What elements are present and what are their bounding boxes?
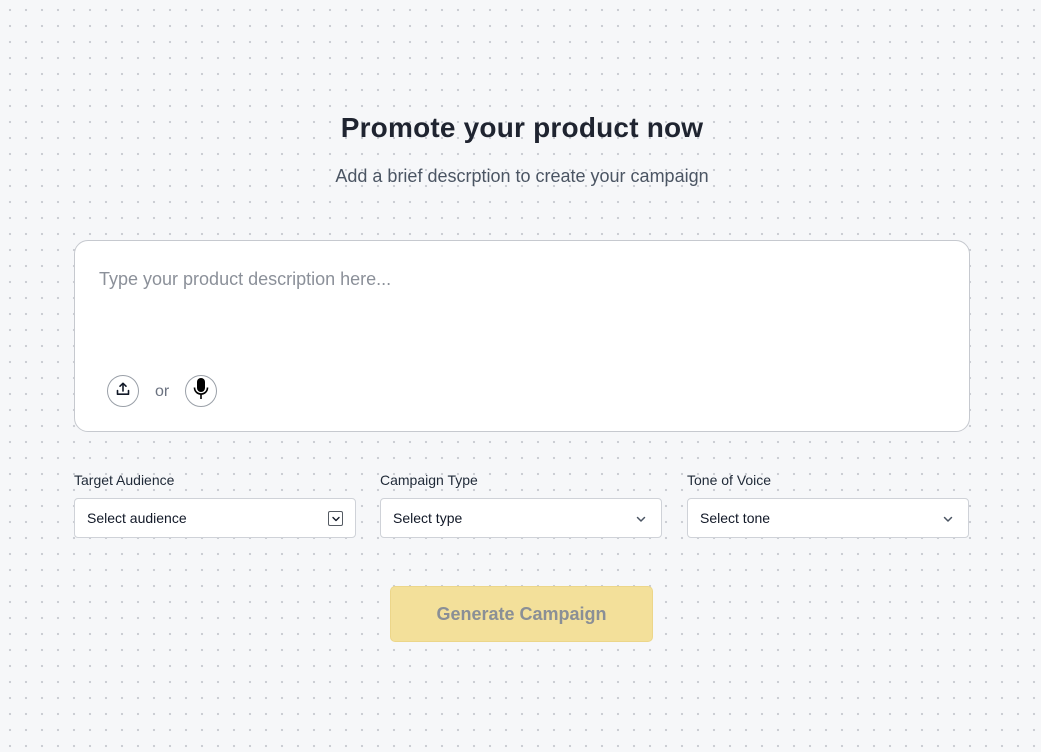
upload-button[interactable] xyxy=(107,375,139,407)
upload-icon xyxy=(115,381,131,402)
target-audience-label: Target Audience xyxy=(74,472,175,488)
microphone-icon xyxy=(192,377,210,406)
chevron-down-icon xyxy=(940,511,956,527)
campaign-type-select[interactable]: Select type xyxy=(380,498,662,538)
product-description-input[interactable] xyxy=(99,269,939,309)
tone-of-voice-label: Tone of Voice xyxy=(687,472,772,488)
or-separator: or xyxy=(155,383,170,400)
page-title: Promote your product now xyxy=(340,112,704,143)
generate-campaign-button[interactable]: Generate Campaign xyxy=(390,586,653,642)
microphone-button[interactable] xyxy=(185,375,217,407)
campaign-type-value: Select type xyxy=(393,510,463,526)
target-audience-select[interactable]: Select audience xyxy=(74,498,356,538)
chevron-down-icon xyxy=(328,511,343,526)
campaign-type-label: Campaign Type xyxy=(380,472,478,488)
description-box: or xyxy=(74,240,970,432)
target-audience-value: Select audience xyxy=(87,510,187,526)
page-subtitle: Add a brief descrption to create your ca… xyxy=(335,166,709,186)
tone-of-voice-select[interactable]: Select tone xyxy=(687,498,969,538)
chevron-down-icon xyxy=(633,511,649,527)
tone-of-voice-value: Select tone xyxy=(700,510,771,526)
